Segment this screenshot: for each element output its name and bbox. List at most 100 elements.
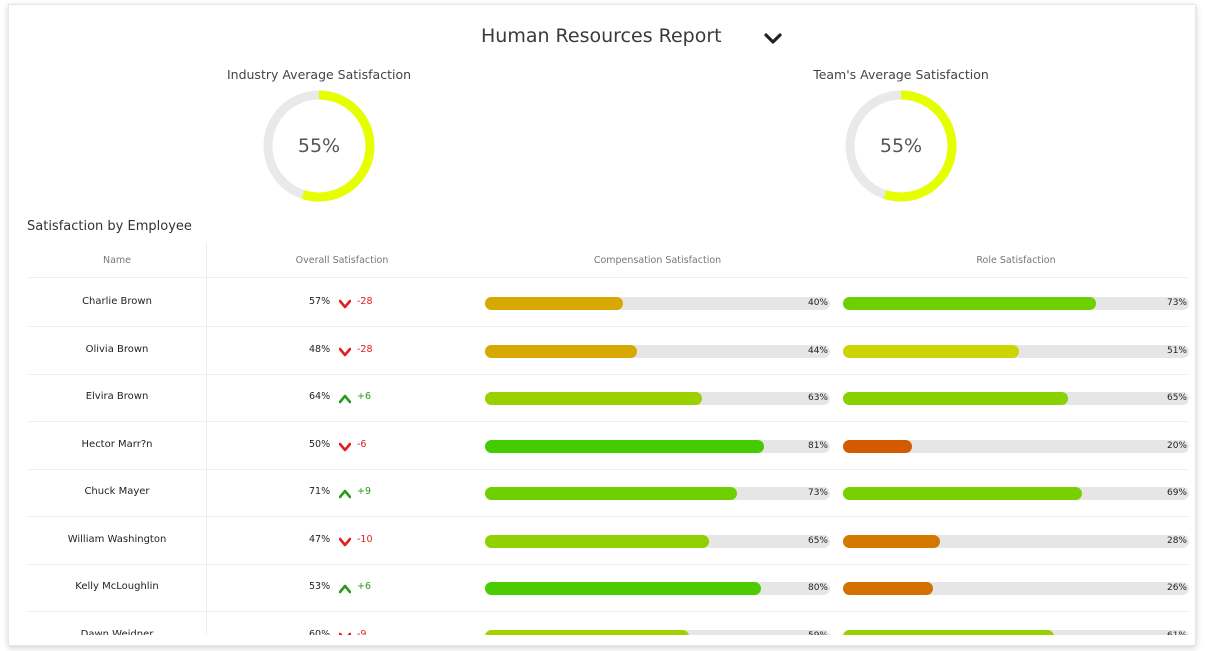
- arrow-up-icon: [338, 389, 352, 404]
- compensation-percent: 81%: [807, 440, 828, 451]
- overall-satisfaction-value: 57%: [309, 296, 331, 307]
- role-bar-fill: [843, 439, 913, 453]
- team-satisfaction-gauge: Team's Average Satisfaction 55%: [781, 65, 1021, 210]
- arrow-down-icon: [338, 627, 352, 635]
- table-row[interactable]: Dawn Weidner 60% -9 59% 61%: [27, 612, 1189, 636]
- arrow-up-icon: [338, 579, 352, 594]
- compensation-bar-fill: [485, 392, 703, 405]
- satisfaction-change: -9: [357, 628, 367, 636]
- role-percent: 28%: [1166, 535, 1187, 546]
- role-percent: 69%: [1166, 488, 1187, 498]
- arrow-down-icon: [338, 532, 352, 546]
- compensation-percent: 59%: [808, 630, 828, 636]
- table-row[interactable]: Elvira Brown 64% +6 63% 65%: [27, 374, 1189, 422]
- arrow-down-icon: [338, 294, 352, 309]
- role-bar: 51%: [843, 344, 1189, 358]
- overall-satisfaction-value: 47%: [309, 533, 331, 545]
- role-bar-fill: [843, 392, 1068, 405]
- employee-satisfaction-table: Name Overall Satisfaction Compensation S…: [27, 243, 1189, 635]
- satisfaction-change: +6: [357, 581, 372, 592]
- column-header-name[interactable]: Name: [27, 255, 207, 266]
- team-gauge-value: 55%: [879, 135, 923, 157]
- compensation-percent: 40%: [807, 298, 828, 308]
- table-row[interactable]: Chuck Mayer 71% +9 73% 69%: [27, 469, 1189, 517]
- role-bar: 28%: [843, 534, 1189, 548]
- compensation-bar: 40%: [485, 297, 830, 310]
- overall-satisfaction-value: 64%: [309, 391, 331, 402]
- column-header-role[interactable]: Role Satisfaction: [843, 255, 1189, 266]
- satisfaction-change: -28: [357, 296, 373, 307]
- employee-name: William Washington: [67, 533, 167, 545]
- compensation-percent: 63%: [807, 393, 828, 403]
- table-header: Name Overall Satisfaction Compensation S…: [27, 243, 1189, 278]
- role-bar: 65%: [843, 392, 1189, 405]
- overall-satisfaction-value: 53%: [309, 581, 331, 592]
- compensation-bar: 80%: [485, 582, 830, 595]
- table-row[interactable]: Hector Marr?n 50% -6 81% 20%: [27, 422, 1189, 470]
- section-title: Satisfaction by Employee: [27, 219, 192, 234]
- role-percent: 61%: [1167, 630, 1187, 636]
- industry-gauge-value: 55%: [297, 135, 341, 157]
- role-percent: 51%: [1166, 345, 1187, 356]
- team-gauge-label: Team's Average Satisfaction: [813, 67, 989, 82]
- table-row[interactable]: William Washington 47% -10 65% 28%: [27, 517, 1189, 565]
- industry-satisfaction-gauge: Industry Average Satisfaction 55%: [199, 65, 439, 210]
- compensation-bar-fill: [485, 297, 623, 310]
- employee-name: Kelly McLoughlin: [75, 581, 159, 592]
- role-bar-fill: [843, 297, 1096, 310]
- employee-name: Hector Marr?n: [81, 438, 153, 450]
- compensation-bar: 44%: [485, 344, 830, 358]
- industry-gauge-label: Industry Average Satisfaction: [226, 67, 412, 82]
- table-row[interactable]: Charlie Brown 57% -28 40% 73%: [27, 279, 1189, 327]
- column-header-compensation[interactable]: Compensation Satisfaction: [485, 255, 830, 266]
- satisfaction-change: +9: [357, 486, 372, 497]
- compensation-bar-fill: [485, 487, 737, 500]
- role-bar: 69%: [843, 487, 1189, 500]
- column-header-overall[interactable]: Overall Satisfaction: [247, 255, 437, 266]
- chevron-down-icon[interactable]: [764, 31, 782, 45]
- employee-name: Elvira Brown: [85, 391, 149, 402]
- report-panel: Human Resources Report Industry Average …: [8, 4, 1196, 646]
- employee-name: Olivia Brown: [85, 343, 149, 355]
- role-percent: 20%: [1166, 440, 1187, 451]
- compensation-bar: 73%: [485, 487, 830, 500]
- compensation-bar-fill: [485, 534, 710, 548]
- compensation-bar-fill: [485, 582, 761, 595]
- satisfaction-change: -28: [357, 343, 373, 355]
- role-bar-fill: [843, 534, 940, 548]
- report-header: Human Resources Report: [9, 23, 1195, 57]
- satisfaction-change: +6: [357, 391, 372, 402]
- arrow-down-icon: [338, 342, 352, 356]
- compensation-percent: 44%: [807, 345, 828, 356]
- satisfaction-change: -6: [357, 438, 367, 450]
- role-bar-fill: [843, 487, 1082, 500]
- compensation-bar-fill: [485, 344, 637, 358]
- report-title: Human Resources Report: [481, 25, 722, 47]
- overall-satisfaction-value: 48%: [309, 343, 331, 355]
- role-bar-fill: [843, 344, 1020, 358]
- compensation-percent: 80%: [807, 583, 828, 593]
- role-bar-fill: [843, 629, 1055, 635]
- arrow-down-icon: [338, 437, 352, 451]
- satisfaction-change: -10: [357, 533, 373, 545]
- overall-satisfaction-value: 50%: [309, 438, 331, 450]
- table-row[interactable]: Kelly McLoughlin 53% +6 80% 26%: [27, 564, 1189, 612]
- compensation-bar: 63%: [485, 392, 830, 405]
- role-bar: 26%: [843, 582, 1189, 595]
- table-row[interactable]: Olivia Brown 48% -28 44% 51%: [27, 327, 1189, 375]
- compensation-bar-fill: [485, 629, 689, 635]
- employee-name: Charlie Brown: [82, 296, 152, 307]
- overall-satisfaction-value: 60%: [309, 628, 331, 636]
- role-percent: 65%: [1166, 393, 1187, 403]
- role-percent: 26%: [1166, 583, 1187, 593]
- compensation-bar: 81%: [485, 439, 830, 453]
- compensation-percent: 73%: [807, 488, 828, 498]
- overall-satisfaction-value: 71%: [309, 486, 331, 497]
- compensation-bar: 59%: [485, 629, 830, 636]
- role-percent: 73%: [1166, 298, 1187, 308]
- employee-name: Chuck Mayer: [84, 486, 150, 497]
- arrow-up-icon: [338, 484, 352, 499]
- role-bar: 20%: [843, 439, 1189, 453]
- employee-name: Dawn Weidner: [80, 628, 154, 636]
- compensation-percent: 65%: [807, 535, 828, 546]
